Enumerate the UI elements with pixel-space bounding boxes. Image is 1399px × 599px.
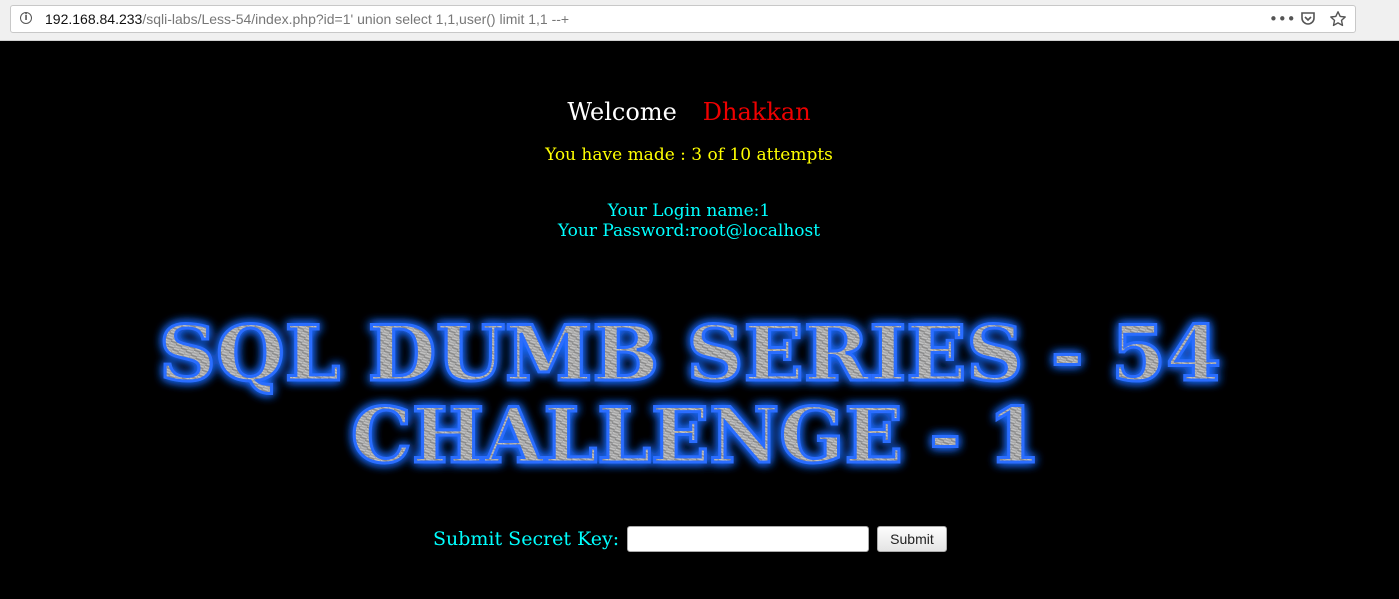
series-banner: SQL DUMB SERIES - 54 CHALLENGE - 1 xyxy=(158,308,1223,479)
address-bar-actions: ••• xyxy=(1269,9,1347,29)
secret-key-input[interactable] xyxy=(627,526,870,552)
login-result: Your Login name:1 Your Password:root@loc… xyxy=(0,201,1378,241)
pocket-icon[interactable] xyxy=(1299,10,1317,28)
login-name: Your Login name:1 xyxy=(607,201,771,221)
url-text[interactable]: 192.168.84.233/sqli-labs/Less-54/index.p… xyxy=(45,11,569,27)
secret-key-label: Submit Secret Key: xyxy=(433,528,620,550)
banner-line1: SQL DUMB SERIES - 54 xyxy=(159,309,1221,398)
address-bar[interactable]: i 192.168.84.233/sqli-labs/Less-54/index… xyxy=(10,5,1356,33)
welcome-user: Dhakkan xyxy=(702,98,811,126)
secret-key-form: Submit Secret Key: Submit xyxy=(433,525,947,553)
password-value: Your Password:root@localhost xyxy=(557,221,821,241)
browser-toolbar: i 192.168.84.233/sqli-labs/Less-54/index… xyxy=(0,0,1399,41)
submit-button[interactable]: Submit xyxy=(877,526,947,552)
welcome-line: Welcome Dhakkan xyxy=(0,98,1378,126)
info-icon[interactable]: i xyxy=(20,12,32,24)
url-path: /sqli-labs/Less-54/index.php?id=1' union… xyxy=(142,11,570,27)
url-host: 192.168.84.233 xyxy=(45,11,143,27)
page-content: Welcome Dhakkan You have made : 3 of 10 a… xyxy=(0,41,1399,599)
welcome-label: Welcome xyxy=(567,98,677,126)
banner-line2: CHALLENGE - 1 xyxy=(351,391,1041,478)
attempts-counter: You have made : 3 of 10 attempts xyxy=(545,145,833,165)
more-dots-icon[interactable]: ••• xyxy=(1269,10,1296,28)
bookmark-star-icon[interactable] xyxy=(1329,10,1347,28)
